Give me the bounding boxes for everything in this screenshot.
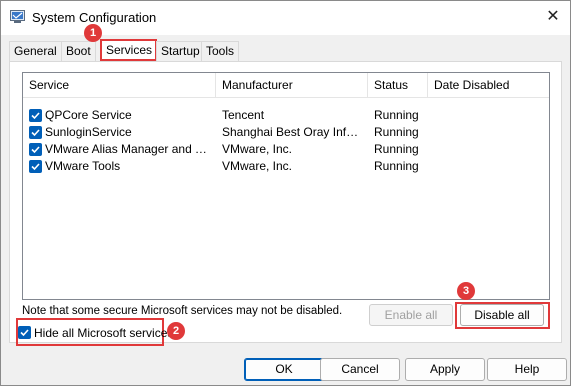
service-manufacturer: VMware, Inc. xyxy=(222,142,293,156)
hide-ms-checkbox[interactable] xyxy=(18,326,31,339)
column-status[interactable]: Status xyxy=(368,73,428,98)
tab-general[interactable]: General xyxy=(9,41,62,61)
service-status: Running xyxy=(374,159,419,173)
table-row[interactable]: VMware Alias Manager and Ticke... VMware… xyxy=(23,141,549,158)
services-panel: Service Manufacturer Status Date Disable… xyxy=(9,61,562,343)
annotation-badge-1: 1 xyxy=(84,24,102,42)
list-header: Service Manufacturer Status Date Disable… xyxy=(23,73,549,98)
help-button[interactable]: Help xyxy=(487,358,567,381)
tab-tools[interactable]: Tools xyxy=(201,41,240,61)
column-date-disabled[interactable]: Date Disabled xyxy=(428,73,549,98)
service-status: Running xyxy=(374,142,419,156)
services-list[interactable]: Service Manufacturer Status Date Disable… xyxy=(22,72,550,300)
hide-microsoft-services-toggle[interactable]: Hide all Microsoft services xyxy=(13,321,173,345)
table-row[interactable]: VMware Tools VMware, Inc. Running xyxy=(23,158,549,175)
cancel-button[interactable]: Cancel xyxy=(320,358,400,381)
hide-ms-label: Hide all Microsoft services xyxy=(34,326,174,340)
disable-all-button[interactable]: Disable all xyxy=(460,304,544,326)
system-config-icon xyxy=(10,10,25,23)
service-name: VMware Tools xyxy=(45,159,121,173)
tab-services[interactable]: Services xyxy=(100,39,157,61)
window-title: System Configuration xyxy=(32,10,157,25)
enable-all-button[interactable]: Enable all xyxy=(369,304,453,326)
annotation-badge-3: 3 xyxy=(457,282,475,300)
table-row[interactable]: SunloginService Shanghai Best Oray Infor… xyxy=(23,124,549,141)
tab-startup[interactable]: Startup xyxy=(156,41,205,61)
tab-boot[interactable]: Boot xyxy=(61,41,96,61)
table-row[interactable]: QPCore Service Tencent Running xyxy=(23,107,549,124)
column-service[interactable]: Service xyxy=(23,73,216,98)
service-manufacturer: Shanghai Best Oray Infor... xyxy=(222,125,364,139)
system-configuration-window: System Configuration ✕ General Boot Serv… xyxy=(0,0,571,386)
tab-strip: General Boot Services Startup Tools xyxy=(9,39,559,61)
service-checkbox[interactable] xyxy=(29,126,42,139)
service-name: SunloginService xyxy=(45,125,132,139)
service-checkbox[interactable] xyxy=(29,143,42,156)
service-name: QPCore Service xyxy=(45,108,132,122)
service-manufacturer: VMware, Inc. xyxy=(222,159,293,173)
annotation-badge-2: 2 xyxy=(167,322,185,340)
service-status: Running xyxy=(374,125,419,139)
service-checkbox[interactable] xyxy=(29,109,42,122)
service-name: VMware Alias Manager and Ticke... xyxy=(45,142,213,156)
secure-services-note: Note that some secure Microsoft services… xyxy=(22,305,343,317)
service-status: Running xyxy=(374,108,419,122)
service-manufacturer: Tencent xyxy=(222,108,265,122)
close-icon[interactable]: ✕ xyxy=(542,6,564,28)
service-checkbox[interactable] xyxy=(29,160,42,173)
apply-button[interactable]: Apply xyxy=(405,358,485,381)
ok-button[interactable]: OK xyxy=(244,358,324,381)
column-manufacturer[interactable]: Manufacturer xyxy=(216,73,368,98)
